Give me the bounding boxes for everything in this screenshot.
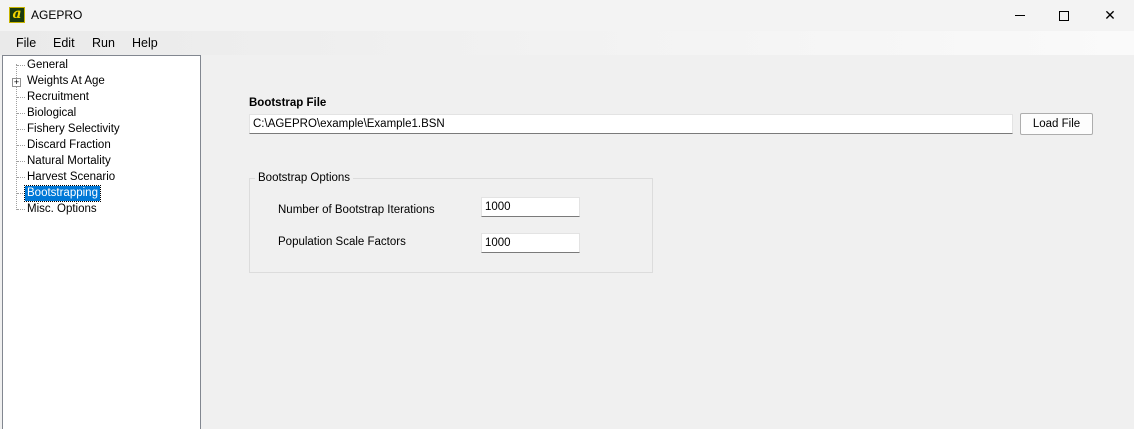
tree-item-general[interactable]: General: [25, 58, 70, 73]
tree-item-bootstrapping[interactable]: Bootstrapping: [24, 185, 101, 202]
tree-item-misc-options[interactable]: Misc. Options: [25, 202, 99, 217]
tree-connector: [17, 113, 25, 114]
bootstrap-file-path-field[interactable]: C:\AGEPRO\example\Example1.BSN: [249, 114, 1013, 134]
title-bar: a AGEPRO ✕: [0, 0, 1134, 31]
tree-item-biological[interactable]: Biological: [25, 106, 78, 121]
close-icon: ✕: [1104, 7, 1116, 23]
tree-connector: [17, 209, 25, 210]
iterations-input[interactable]: 1000: [481, 197, 580, 217]
tree-connector: [17, 97, 25, 98]
menu-edit[interactable]: Edit: [53, 36, 75, 50]
scale-factors-label: Population Scale Factors: [278, 236, 406, 248]
tree-connector: [17, 129, 25, 130]
bootstrap-options-title: Bootstrap Options: [255, 172, 354, 184]
tree-connector: [17, 193, 25, 194]
minimize-icon: [1015, 15, 1025, 16]
close-button[interactable]: ✕: [1087, 0, 1133, 31]
tree-item-harvest-scenario[interactable]: Harvest Scenario: [25, 170, 117, 185]
tree-item-weights-at-age[interactable]: Weights At Age: [25, 74, 107, 89]
iterations-label: Number of Bootstrap Iterations: [278, 204, 435, 216]
tree-connector: [17, 177, 25, 178]
menu-bar: File Edit Run Help: [0, 31, 1134, 55]
app-icon: a: [9, 7, 25, 23]
maximize-icon: [1059, 10, 1069, 21]
navigation-tree[interactable]: + General Weights At Age Recruitment Bio…: [2, 55, 201, 429]
tree-item-fishery-selectivity[interactable]: Fishery Selectivity: [25, 122, 122, 137]
menu-file[interactable]: File: [16, 36, 36, 50]
window-title: AGEPRO: [31, 8, 83, 22]
maximize-button[interactable]: [1041, 0, 1087, 31]
tree-connector: [17, 65, 25, 66]
bootstrap-options-group: [249, 178, 653, 273]
expand-plus-icon[interactable]: +: [12, 78, 21, 87]
bootstrap-file-label: Bootstrap File: [249, 97, 327, 109]
tree-item-discard-fraction[interactable]: Discard Fraction: [25, 138, 113, 153]
minimize-button[interactable]: [997, 0, 1043, 31]
tree-connector: [17, 161, 25, 162]
scale-factors-input[interactable]: 1000: [481, 233, 580, 253]
load-file-button[interactable]: Load File: [1020, 113, 1093, 135]
tree-item-recruitment[interactable]: Recruitment: [25, 90, 91, 105]
tree-connector: [17, 145, 25, 146]
menu-help[interactable]: Help: [132, 36, 158, 50]
menu-run[interactable]: Run: [92, 36, 115, 50]
tree-item-natural-mortality[interactable]: Natural Mortality: [25, 154, 113, 169]
